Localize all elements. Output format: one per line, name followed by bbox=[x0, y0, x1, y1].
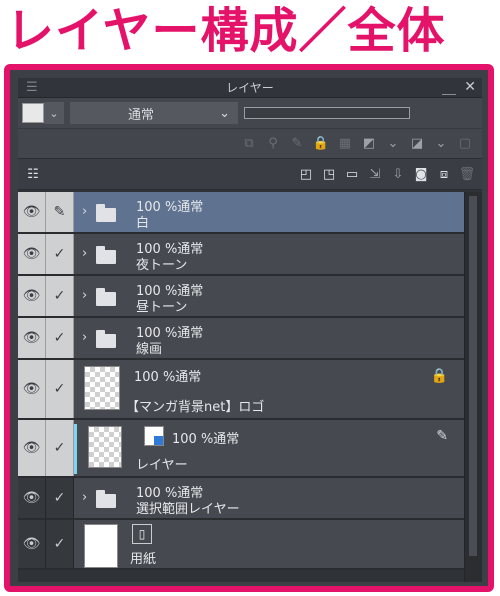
layer-thumbnail bbox=[88, 426, 122, 468]
chevron-right-icon[interactable]: › bbox=[82, 204, 87, 219]
layer-property-toolbar: ⧉ ⚲ ✎ 🔒 ▦ ◩ ⌄ ◪ ⌄ ▢ bbox=[18, 128, 482, 158]
minimize-icon[interactable]: ＿ bbox=[442, 78, 456, 98]
chevron-right-icon[interactable]: › bbox=[82, 490, 87, 505]
color-dropdown[interactable]: ⌄ bbox=[44, 102, 64, 124]
mask-dropdown-icon[interactable]: ⌄ bbox=[384, 135, 402, 153]
layer-mode: 100 %通常 bbox=[134, 370, 202, 385]
blend-row: ⌄ 通常 ⌄ bbox=[18, 98, 482, 128]
draft-icon[interactable]: ✎ bbox=[288, 135, 306, 153]
check-icon[interactable]: ✓ bbox=[46, 318, 74, 358]
folder-icon bbox=[96, 330, 116, 348]
eye-icon[interactable]: 👁 bbox=[18, 192, 46, 232]
draft-status-icon: ✎ bbox=[436, 428, 448, 444]
panel-titlebar: ☰ レイヤー ＿ ✕ bbox=[18, 78, 482, 98]
folder-icon bbox=[96, 288, 116, 306]
close-icon[interactable]: ✕ bbox=[464, 79, 476, 95]
eye-icon[interactable]: 👁 bbox=[18, 478, 46, 518]
layer-list: 👁 ✎ › 100 %通常 白 👁 ✓ › 100 %通常 夜トーン 👁 ✓ ›… bbox=[18, 192, 464, 570]
transfer-down-icon[interactable]: ⇲ bbox=[366, 165, 384, 183]
layer-name: 線画 bbox=[136, 342, 163, 357]
pen-icon[interactable]: ✎ bbox=[46, 192, 74, 232]
highlight-frame: ☰ レイヤー ＿ ✕ ⌄ 通常 ⌄ ⧉ ⚲ ✎ 🔒 ▦ ◩ ⌄ ◪ ⌄ ▢ ☷ … bbox=[4, 64, 494, 592]
layer-list-toggle-icon[interactable]: ☷ bbox=[24, 165, 42, 183]
mask-indicator-icon bbox=[154, 436, 163, 445]
layer-color-swatch[interactable] bbox=[22, 103, 44, 123]
layer-row[interactable]: 👁 ✓ › 100 %通常 昼トーン bbox=[18, 276, 464, 318]
folder-icon bbox=[96, 490, 116, 508]
layer-name: 白 bbox=[136, 216, 150, 231]
chevron-right-icon[interactable]: › bbox=[82, 246, 87, 261]
new-raster-layer-icon[interactable]: ◰ bbox=[297, 165, 315, 183]
ruler-enable-icon[interactable]: ◪ bbox=[408, 135, 426, 153]
mask-thumbnail bbox=[144, 426, 164, 446]
layer-row[interactable]: 👁 ✓ ▯ 用紙 bbox=[18, 520, 464, 570]
active-layer-indicator bbox=[74, 424, 77, 474]
eye-icon[interactable]: 👁 bbox=[18, 360, 46, 418]
layer-row[interactable]: 👁 ✓ 100 %通常 【マンガ背景net】ロゴ 🔒 bbox=[18, 360, 464, 420]
layer-row[interactable]: 👁 ✓ 100 %通常 レイヤー ✎ bbox=[18, 420, 464, 478]
lock-transparent-icon[interactable]: ▦ bbox=[336, 135, 354, 153]
eye-icon[interactable]: 👁 bbox=[18, 420, 46, 476]
chevron-down-icon: ⌄ bbox=[49, 106, 59, 120]
paper-icon: ▯ bbox=[132, 524, 152, 544]
check-icon[interactable]: ✓ bbox=[46, 478, 74, 518]
check-icon[interactable]: ✓ bbox=[46, 234, 74, 274]
layer-name: レイヤー bbox=[136, 458, 188, 473]
clip-icon[interactable]: ⧉ bbox=[240, 135, 258, 153]
paper-thumbnail bbox=[84, 524, 118, 568]
layer-row[interactable]: 👁 ✎ › 100 %通常 白 bbox=[18, 192, 464, 234]
layer-panel: ☰ レイヤー ＿ ✕ ⌄ 通常 ⌄ ⧉ ⚲ ✎ 🔒 ▦ ◩ ⌄ ◪ ⌄ ▢ ☷ … bbox=[18, 78, 482, 582]
layer-thumbnail bbox=[84, 366, 120, 410]
check-icon[interactable]: ✓ bbox=[46, 360, 74, 418]
eye-icon[interactable]: 👁 bbox=[18, 276, 46, 316]
apply-mask-icon[interactable]: ⧈ bbox=[435, 165, 453, 183]
panel-title: レイヤー bbox=[226, 81, 274, 95]
chevron-right-icon[interactable]: › bbox=[82, 330, 87, 345]
delete-layer-icon[interactable]: 🗑 bbox=[458, 165, 476, 183]
layer-action-toolbar: ☷ ◰ ◳ ▭ ⇲ ⇩ ◙ ⧈ 🗑 bbox=[18, 158, 482, 190]
panel-menu-icon[interactable]: ☰ bbox=[26, 80, 38, 95]
eye-icon[interactable]: 👁 bbox=[18, 234, 46, 274]
opacity-slider[interactable] bbox=[244, 107, 410, 119]
chevron-down-icon: ⌄ bbox=[219, 105, 230, 121]
lock-icon[interactable]: 🔒 bbox=[312, 135, 330, 153]
layer-scrollbar[interactable] bbox=[464, 192, 482, 582]
ruler-dropdown-icon[interactable]: ⌄ bbox=[432, 135, 450, 153]
check-icon[interactable]: ✓ bbox=[46, 520, 74, 568]
reference-icon[interactable]: ⚲ bbox=[264, 135, 282, 153]
folder-icon bbox=[96, 204, 116, 222]
folder-icon bbox=[96, 246, 116, 264]
layer-name: 【マンガ背景net】ロゴ bbox=[126, 400, 265, 415]
new-folder-icon[interactable]: ▭ bbox=[343, 165, 361, 183]
blend-mode-select[interactable]: 通常 ⌄ bbox=[70, 102, 238, 124]
merge-down-icon[interactable]: ⇩ bbox=[389, 165, 407, 183]
layer-name: 用紙 bbox=[130, 552, 157, 567]
layer-color-icon[interactable]: ▢ bbox=[456, 135, 474, 153]
mask-enable-icon[interactable]: ◩ bbox=[360, 135, 378, 153]
page-heading: レイヤー構成／全体 bbox=[6, 3, 446, 59]
chevron-right-icon[interactable]: › bbox=[82, 288, 87, 303]
scrollbar-thumb[interactable] bbox=[469, 196, 477, 556]
blend-mode-value: 通常 bbox=[128, 107, 155, 123]
layer-row[interactable]: 👁 ✓ › 100 %通常 夜トーン bbox=[18, 234, 464, 276]
lock-icon: 🔒 bbox=[430, 368, 448, 384]
eye-icon[interactable]: 👁 bbox=[18, 318, 46, 358]
layer-name: 選択範囲レイヤー bbox=[136, 502, 240, 517]
layer-row[interactable]: 👁 ✓ › 100 %通常 線画 bbox=[18, 318, 464, 360]
check-icon[interactable]: ✓ bbox=[46, 276, 74, 316]
layer-name: 昼トーン bbox=[136, 300, 188, 315]
check-icon[interactable]: ✓ bbox=[46, 420, 74, 476]
layer-row[interactable]: 👁 ✓ › 100 %通常 選択範囲レイヤー bbox=[18, 478, 464, 520]
layer-name: 夜トーン bbox=[136, 258, 188, 273]
eye-icon[interactable]: 👁 bbox=[18, 520, 46, 568]
create-mask-icon[interactable]: ◙ bbox=[412, 165, 430, 183]
new-vector-layer-icon[interactable]: ◳ bbox=[320, 165, 338, 183]
layer-mode: 100 %通常 bbox=[172, 432, 240, 447]
